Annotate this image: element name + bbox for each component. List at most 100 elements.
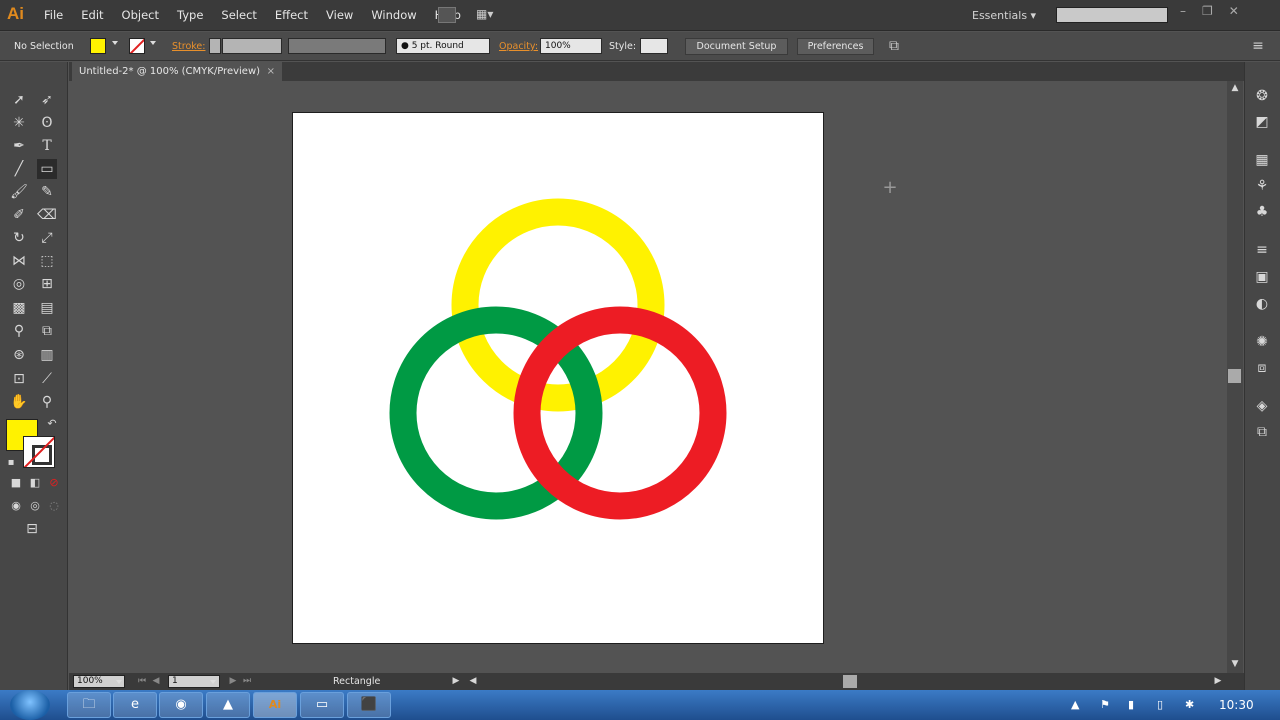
rotate-tool-icon[interactable]: ↻ — [9, 228, 29, 248]
zoom-dropdown-arrow[interactable] — [116, 680, 122, 684]
pen-tool-icon[interactable]: ✒ — [9, 136, 29, 156]
mesh-tool-icon[interactable]: ▩ — [9, 298, 29, 318]
explorer-taskbar-icon[interactable]: 🗀 — [67, 692, 111, 718]
menu-edit[interactable]: Edit — [81, 8, 103, 22]
panel-menu-icon[interactable]: ≡ — [1248, 36, 1268, 56]
scroll-left-icon[interactable]: ◀ — [463, 673, 483, 690]
previous-artboard-icon[interactable]: ◀ — [146, 673, 166, 690]
menu-effect[interactable]: Effect — [275, 8, 308, 22]
default-colors-icon[interactable]: ▪ — [1, 453, 21, 473]
app-taskbar-icon[interactable]: ⬛ — [347, 692, 391, 718]
internet-explorer-taskbar-icon[interactable]: e — [113, 692, 157, 718]
action-center-flag-icon[interactable]: ⚑ — [1100, 698, 1110, 711]
tab-document[interactable]: Untitled-2* @ 100% (CMYK/Preview) × — [72, 62, 282, 81]
layers-icon[interactable]: ◈ — [1252, 396, 1272, 416]
direct-selection-tool-icon[interactable]: ➶ — [37, 90, 57, 110]
menu-select[interactable]: Select — [221, 8, 256, 22]
search-input[interactable] — [1056, 7, 1168, 23]
blob-brush-tool-icon[interactable]: ✐ — [9, 205, 29, 225]
start-button[interactable] — [10, 690, 50, 720]
symbol-sprayer-tool-icon[interactable]: ⊛ — [9, 345, 29, 365]
taskbar-clock[interactable]: 10:30 — [1219, 698, 1254, 712]
restore-icon[interactable]: ❐ — [1202, 4, 1213, 18]
chrome-taskbar-icon[interactable]: ◉ — [159, 692, 203, 718]
swatches-icon[interactable]: ▦ — [1252, 150, 1272, 170]
gradient-tool-icon[interactable]: ▤ — [37, 298, 57, 318]
opacity-label[interactable]: Opacity: — [499, 41, 538, 52]
bridge-icon[interactable] — [438, 7, 456, 23]
screen-mode-icon[interactable]: ⊟ — [22, 519, 42, 539]
horizontal-scroll-thumb[interactable] — [843, 675, 857, 688]
shape-builder-tool-icon[interactable]: ◎ — [9, 274, 29, 294]
gradient-panel-icon[interactable]: ▣ — [1252, 267, 1272, 287]
close-tab-icon[interactable]: × — [267, 66, 275, 77]
blend-tool-icon[interactable]: ⧉ — [37, 321, 57, 341]
rectangle-tool-icon[interactable]: ▭ — [37, 159, 57, 179]
free-transform-tool-icon[interactable]: ⬚ — [37, 251, 57, 271]
stroke-weight-stepper[interactable] — [209, 38, 221, 54]
magic-wand-tool-icon[interactable]: ✳ — [9, 113, 29, 133]
menu-type[interactable]: Type — [177, 8, 203, 22]
stroke-color-box[interactable] — [23, 436, 55, 468]
graphic-styles-icon[interactable]: ⧈ — [1252, 358, 1272, 378]
graphic-style-swatch[interactable] — [640, 38, 668, 54]
menu-view[interactable]: View — [326, 8, 353, 22]
stroke-label[interactable]: Stroke: — [172, 41, 205, 52]
brushes-icon[interactable]: ⚘ — [1252, 176, 1272, 196]
show-hidden-icons[interactable]: ▲ — [1071, 698, 1079, 711]
stroke-swatch[interactable] — [129, 38, 145, 54]
red-ring[interactable] — [513, 306, 727, 520]
hand-tool-icon[interactable]: ✋ — [9, 392, 29, 412]
battery-icon[interactable]: ▯ — [1157, 698, 1163, 711]
color-guide-icon[interactable]: ❂ — [1252, 86, 1272, 106]
type-tool-icon[interactable]: T — [37, 136, 57, 156]
scale-tool-icon[interactable]: ⤢ — [37, 228, 57, 248]
slice-tool-icon[interactable]: ⟋ — [37, 369, 57, 389]
artboard-dropdown-arrow[interactable] — [210, 680, 216, 684]
lasso-tool-icon[interactable]: ʘ — [37, 113, 57, 133]
stroke-dropdown-arrow[interactable] — [150, 41, 156, 45]
artboard-tool-icon[interactable]: ⊡ — [9, 369, 29, 389]
network-icon[interactable]: ▮ — [1128, 698, 1134, 711]
illustrator-taskbar-icon[interactable]: Ai — [253, 692, 297, 718]
scroll-right-icon[interactable]: ▶ — [1208, 673, 1228, 690]
menu-object[interactable]: Object — [122, 8, 159, 22]
fill-dropdown-arrow[interactable] — [112, 41, 118, 45]
zoom-tool-icon[interactable]: ⚲ — [37, 392, 57, 412]
stroke-weight-field[interactable] — [222, 38, 282, 54]
transparency-icon[interactable]: ◐ — [1252, 294, 1272, 314]
folder-taskbar-icon[interactable]: ▭ — [300, 692, 344, 718]
symbols-icon[interactable]: ♣ — [1252, 202, 1272, 222]
pencil-tool-icon[interactable]: ✎ — [37, 182, 57, 202]
color-panel-icon[interactable]: ◩ — [1252, 112, 1272, 132]
arrange-icon[interactable]: ⧉ — [884, 36, 904, 56]
draw-behind-icon[interactable]: ◎ — [25, 496, 45, 516]
workspace-switcher[interactable]: Essentials ▾ — [972, 9, 1036, 22]
gradient-mode-icon[interactable]: ◧ — [25, 473, 45, 493]
opacity-field[interactable]: 100% — [540, 38, 602, 54]
vlc-taskbar-icon[interactable]: ▲ — [206, 692, 250, 718]
swap-fill-stroke-icon[interactable]: ↶ — [42, 414, 62, 434]
last-artboard-icon[interactable]: ⏭ — [237, 673, 257, 690]
selection-tool-icon[interactable]: ➚ — [9, 90, 29, 110]
line-tool-icon[interactable]: ╱ — [9, 159, 29, 179]
variable-width-profile[interactable] — [288, 38, 386, 54]
preferences-button[interactable]: Preferences — [797, 38, 874, 55]
column-graph-tool-icon[interactable]: ▥ — [37, 345, 57, 365]
width-tool-icon[interactable]: ⋈ — [9, 251, 29, 271]
yellow-ring[interactable] — [451, 198, 665, 412]
fill-swatch[interactable] — [90, 38, 106, 54]
eraser-tool-icon[interactable]: ⌫ — [37, 205, 57, 225]
scroll-down-icon[interactable]: ▼ — [1225, 657, 1245, 671]
artboard[interactable] — [292, 112, 824, 644]
artboards-icon[interactable]: ⧉ — [1252, 422, 1272, 442]
bluetooth-icon[interactable]: ✱ — [1185, 698, 1194, 711]
draw-inside-icon[interactable]: ◌ — [44, 496, 64, 516]
none-mode-icon[interactable]: ⊘ — [44, 473, 64, 493]
perspective-grid-tool-icon[interactable]: ⊞ — [37, 274, 57, 294]
scroll-up-icon[interactable]: ▲ — [1225, 81, 1245, 95]
close-icon[interactable]: ✕ — [1229, 4, 1239, 18]
vertical-scroll-thumb[interactable] — [1228, 369, 1241, 383]
brush-definition[interactable]: ● 5 pt. Round — [396, 38, 490, 54]
eyedropper-tool-icon[interactable]: ⚲ — [9, 321, 29, 341]
